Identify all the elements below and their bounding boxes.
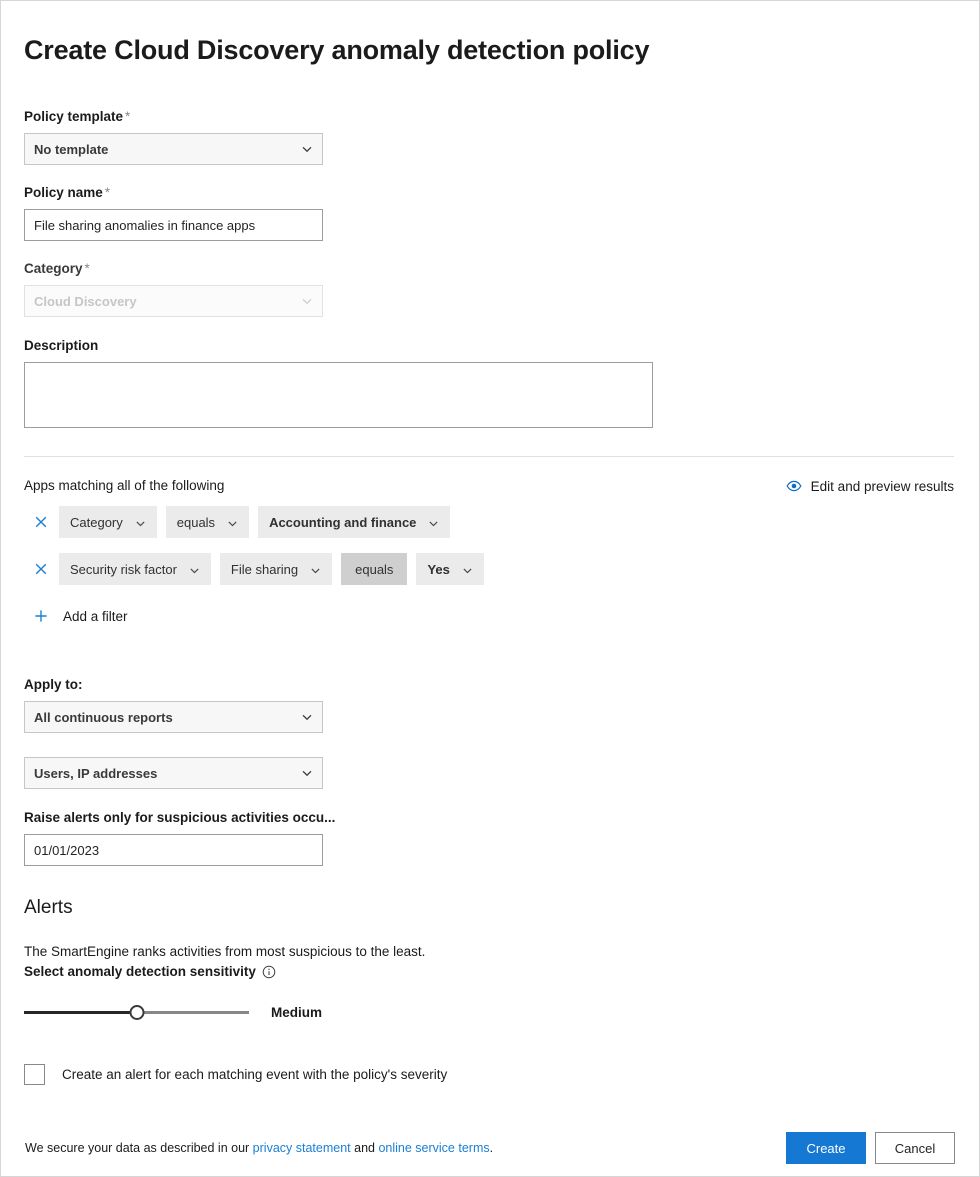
chevron-down-icon bbox=[301, 767, 313, 779]
close-x-icon[interactable] bbox=[33, 514, 49, 530]
legal-suffix: . bbox=[490, 1141, 493, 1155]
legal-prefix: We secure your data as described in our bbox=[25, 1141, 253, 1155]
filter-value-label: Yes bbox=[427, 562, 449, 577]
filters-header: Apps matching all of the following Edit … bbox=[24, 478, 954, 494]
edit-preview-results-label: Edit and preview results bbox=[811, 479, 954, 494]
apply-to-scope-value: Users, IP addresses bbox=[34, 766, 157, 781]
chevron-down-icon bbox=[428, 517, 439, 528]
edit-preview-results-link[interactable]: Edit and preview results bbox=[786, 478, 954, 494]
footer-actions: Create Cancel bbox=[786, 1132, 955, 1164]
plus-icon bbox=[33, 608, 49, 624]
filter-row: Security risk factor File sharing equals… bbox=[24, 553, 956, 585]
section-divider bbox=[24, 456, 954, 457]
filter-operator-dropdown[interactable]: equals bbox=[166, 506, 249, 538]
apply-to-section: Apply to: All continuous reports Users, … bbox=[24, 677, 956, 789]
policy-template-label-text: Policy template bbox=[24, 109, 123, 124]
category-label: Category* bbox=[24, 261, 956, 277]
field-description: Description bbox=[24, 338, 956, 428]
alert-per-event-row: Create an alert for each matching event … bbox=[24, 1064, 956, 1085]
policy-name-label-text: Policy name bbox=[24, 185, 103, 200]
privacy-statement-link[interactable]: privacy statement bbox=[253, 1141, 351, 1155]
page-content: Create Cloud Discovery anomaly detection… bbox=[1, 1, 979, 1085]
slider-thumb[interactable] bbox=[129, 1005, 144, 1020]
legal-text: We secure your data as described in our … bbox=[25, 1140, 493, 1156]
chevron-down-icon bbox=[301, 711, 313, 723]
field-policy-name: Policy name* File sharing anomalies in f… bbox=[24, 185, 956, 241]
apply-to-reports-value: All continuous reports bbox=[34, 710, 173, 725]
filter-field-label: Security risk factor bbox=[70, 562, 177, 577]
filter-operator-label: equals bbox=[177, 515, 215, 530]
apply-to-reports-dropdown[interactable]: All continuous reports bbox=[24, 701, 323, 733]
add-filter-label: Add a filter bbox=[63, 609, 128, 624]
close-x-icon[interactable] bbox=[33, 561, 49, 577]
field-policy-template: Policy template* No template bbox=[24, 109, 956, 165]
chevron-down-icon bbox=[301, 295, 313, 307]
page-footer: We secure your data as described in our … bbox=[1, 1120, 979, 1176]
eye-icon bbox=[786, 478, 802, 494]
alert-per-event-label[interactable]: Create an alert for each matching event … bbox=[62, 1067, 447, 1082]
chevron-down-icon bbox=[135, 517, 146, 528]
smartengine-description: The SmartEngine ranks activities from mo… bbox=[24, 942, 956, 961]
category-required-mark: * bbox=[85, 261, 90, 276]
policy-name-input[interactable]: File sharing anomalies in finance apps bbox=[24, 209, 323, 241]
category-dropdown: Cloud Discovery bbox=[24, 285, 323, 317]
sensitivity-label: Select anomaly detection sensitivity bbox=[24, 962, 276, 981]
policy-name-value: File sharing anomalies in finance apps bbox=[34, 218, 255, 233]
sensitivity-slider-row: Medium bbox=[24, 1000, 956, 1024]
raise-alerts-label: Raise alerts only for suspicious activit… bbox=[24, 810, 956, 826]
alert-per-event-checkbox[interactable] bbox=[24, 1064, 45, 1085]
filter-subfield-dropdown[interactable]: File sharing bbox=[220, 553, 332, 585]
chevron-down-icon bbox=[189, 564, 200, 575]
sensitivity-slider[interactable] bbox=[24, 1002, 249, 1022]
category-label-text: Category bbox=[24, 261, 83, 276]
policy-name-label: Policy name* bbox=[24, 185, 956, 201]
filter-operator-label: equals bbox=[355, 562, 393, 577]
policy-template-required-mark: * bbox=[125, 109, 130, 124]
description-label: Description bbox=[24, 338, 956, 354]
create-button[interactable]: Create bbox=[786, 1132, 866, 1164]
page-title: Create Cloud Discovery anomaly detection… bbox=[24, 1, 956, 67]
chevron-down-icon bbox=[462, 564, 473, 575]
legal-middle: and bbox=[351, 1141, 379, 1155]
policy-template-label: Policy template* bbox=[24, 109, 956, 125]
raise-alerts-section: Raise alerts only for suspicious activit… bbox=[24, 810, 956, 866]
filter-value-label: Accounting and finance bbox=[269, 515, 416, 530]
description-textarea[interactable] bbox=[24, 362, 653, 428]
create-policy-page: Create Cloud Discovery anomaly detection… bbox=[0, 0, 980, 1177]
slider-fill bbox=[24, 1011, 137, 1014]
policy-name-required-mark: * bbox=[105, 185, 110, 200]
raise-alerts-date-input[interactable]: 01/01/2023 bbox=[24, 834, 323, 866]
filter-field-label: Category bbox=[70, 515, 123, 530]
filter-operator-static: equals bbox=[341, 553, 407, 585]
filter-field-dropdown[interactable]: Category bbox=[59, 506, 157, 538]
filter-value-dropdown[interactable]: Yes bbox=[416, 553, 483, 585]
info-circle-icon[interactable] bbox=[262, 965, 276, 979]
filter-subfield-label: File sharing bbox=[231, 562, 298, 577]
cancel-button[interactable]: Cancel bbox=[875, 1132, 955, 1164]
category-value: Cloud Discovery bbox=[34, 294, 137, 309]
filter-row: Category equals Accounting and finance bbox=[24, 506, 956, 538]
filter-value-dropdown[interactable]: Accounting and finance bbox=[258, 506, 450, 538]
chevron-down-icon bbox=[310, 564, 321, 575]
chevron-down-icon bbox=[227, 517, 238, 528]
online-service-terms-link[interactable]: online service terms bbox=[378, 1141, 489, 1155]
filters-title: Apps matching all of the following bbox=[24, 478, 224, 494]
sensitivity-label-text: Select anomaly detection sensitivity bbox=[24, 962, 256, 981]
field-category: Category* Cloud Discovery bbox=[24, 261, 956, 317]
chevron-down-icon bbox=[301, 143, 313, 155]
filter-field-dropdown[interactable]: Security risk factor bbox=[59, 553, 211, 585]
policy-template-value: No template bbox=[34, 142, 108, 157]
apply-to-label: Apply to: bbox=[24, 677, 956, 693]
policy-template-dropdown[interactable]: No template bbox=[24, 133, 323, 165]
add-filter-button[interactable]: Add a filter bbox=[33, 605, 956, 627]
raise-alerts-date-value: 01/01/2023 bbox=[34, 843, 99, 858]
alerts-heading: Alerts bbox=[24, 896, 956, 920]
apply-to-scope-dropdown[interactable]: Users, IP addresses bbox=[24, 757, 323, 789]
sensitivity-value-label: Medium bbox=[271, 1005, 322, 1020]
